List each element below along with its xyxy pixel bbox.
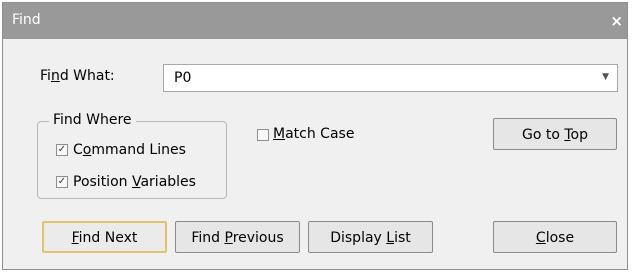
- command-lines-label: Command Lines: [73, 142, 186, 158]
- dialog-title: Find: [12, 12, 41, 28]
- close-icon[interactable]: ×: [610, 12, 623, 30]
- find-what-label: Find What:: [40, 68, 115, 84]
- find-what-combobox[interactable]: P0 ▼: [163, 64, 618, 92]
- checkbox-checked-icon[interactable]: ✓: [56, 176, 68, 188]
- checkbox-unchecked-icon[interactable]: [257, 129, 269, 141]
- chevron-down-icon[interactable]: ▼: [602, 72, 609, 82]
- find-next-button[interactable]: Find Next: [42, 221, 167, 253]
- go-to-top-button[interactable]: Go to Top: [493, 118, 617, 150]
- position-variables-label: Position Variables: [73, 174, 196, 190]
- checkbox-checked-icon[interactable]: ✓: [56, 144, 68, 156]
- match-case-label: Match Case: [273, 126, 355, 142]
- find-where-legend: Find Where: [49, 112, 136, 128]
- close-button[interactable]: Close: [493, 221, 617, 253]
- find-dialog: Find × Find What: P0 ▼ Find Where ✓ Comm…: [2, 2, 628, 270]
- title-bar[interactable]: Find ×: [3, 3, 627, 39]
- find-previous-button[interactable]: Find Previous: [175, 221, 300, 253]
- find-what-value[interactable]: P0: [174, 70, 191, 86]
- display-list-button[interactable]: Display List: [308, 221, 433, 253]
